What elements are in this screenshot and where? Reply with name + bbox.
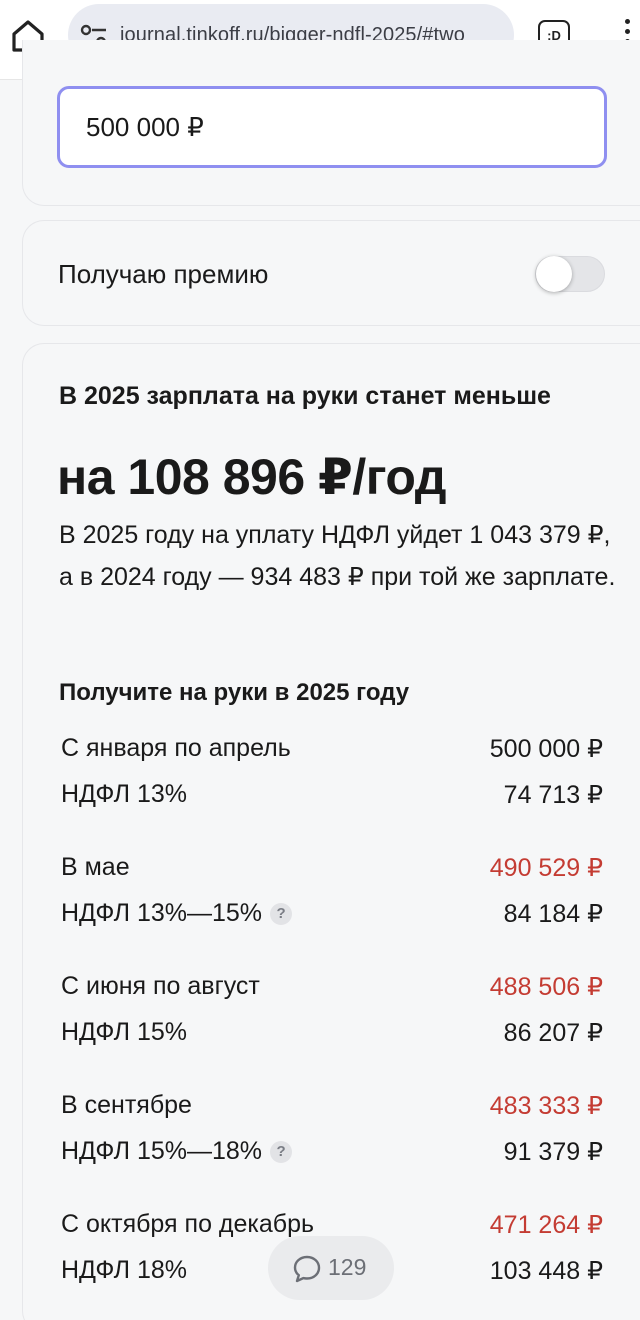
tax-label-group: НДФЛ 15%—18%?: [61, 1137, 293, 1166]
period-row: В сентябре 483 333 ₽: [61, 1091, 603, 1131]
period-label: С октября по декабрь: [61, 1210, 315, 1238]
period-amount: 488 506 ₽: [489, 973, 603, 1001]
salary-card: 500 000 ₽: [22, 40, 640, 206]
period-row: В мае 490 529 ₽: [61, 853, 603, 893]
period-row: С июня по август 488 506 ₽: [61, 972, 603, 1012]
periods-heading: Получите на руки в 2025 году: [59, 679, 410, 706]
tax-amount: 84 184 ₽: [503, 900, 603, 928]
result-description: В 2025 году на уплату НДФЛ уйдет 1 043 3…: [59, 521, 616, 591]
help-icon[interactable]: ?: [270, 1141, 293, 1163]
period-label: С января по апрель: [61, 734, 291, 762]
comments-count: 129: [328, 1254, 367, 1280]
period-label: С июня по август: [61, 972, 260, 1000]
bonus-card: Получаю премию: [22, 220, 640, 326]
period-amount: 483 333 ₽: [489, 1092, 603, 1120]
tax-amount: 74 713 ₽: [503, 781, 603, 809]
salary-input[interactable]: 500 000 ₽: [57, 86, 607, 168]
period-amount: 471 264 ₽: [489, 1211, 603, 1239]
result-headline: В 2025 зарплата на руки станет меньше: [59, 382, 551, 410]
period-row: С января по апрель 500 000 ₽: [61, 734, 603, 774]
tax-label: НДФЛ 18%: [61, 1256, 188, 1284]
tax-amount: 91 379 ₽: [503, 1138, 603, 1166]
result-amount: на 108 896 ₽/год: [57, 449, 447, 505]
bonus-label: Получаю премию: [58, 259, 269, 289]
result-card: В 2025 зарплата на руки станет меньше на…: [22, 343, 640, 1320]
tax-label: НДФЛ 13%—15%: [61, 899, 263, 927]
period-amount: 490 529 ₽: [489, 854, 603, 882]
tax-row: НДФЛ 13%—15%? 84 184 ₽: [61, 899, 603, 939]
bonus-toggle[interactable]: [535, 256, 605, 292]
tax-amount: 103 448 ₽: [489, 1257, 603, 1285]
period-label: В мае: [61, 853, 130, 881]
tax-row: НДФЛ 15% 86 207 ₽: [61, 1018, 603, 1058]
toggle-knob: [536, 256, 572, 292]
comment-icon: [292, 1254, 322, 1284]
tax-label: НДФЛ 15%—18%: [61, 1137, 263, 1165]
period-amount: 500 000 ₽: [489, 735, 603, 763]
tax-label: НДФЛ 13%: [61, 780, 188, 808]
tax-row: НДФЛ 15%—18%? 91 379 ₽: [61, 1137, 603, 1177]
tax-label: НДФЛ 15%: [61, 1018, 188, 1046]
comments-button[interactable]: 129: [268, 1236, 394, 1300]
period-label: В сентябре: [61, 1091, 192, 1119]
tax-row: НДФЛ 13% 74 713 ₽: [61, 780, 603, 820]
tax-amount: 86 207 ₽: [503, 1019, 603, 1047]
tax-label-group: НДФЛ 13%—15%?: [61, 899, 293, 928]
help-icon[interactable]: ?: [270, 903, 293, 925]
